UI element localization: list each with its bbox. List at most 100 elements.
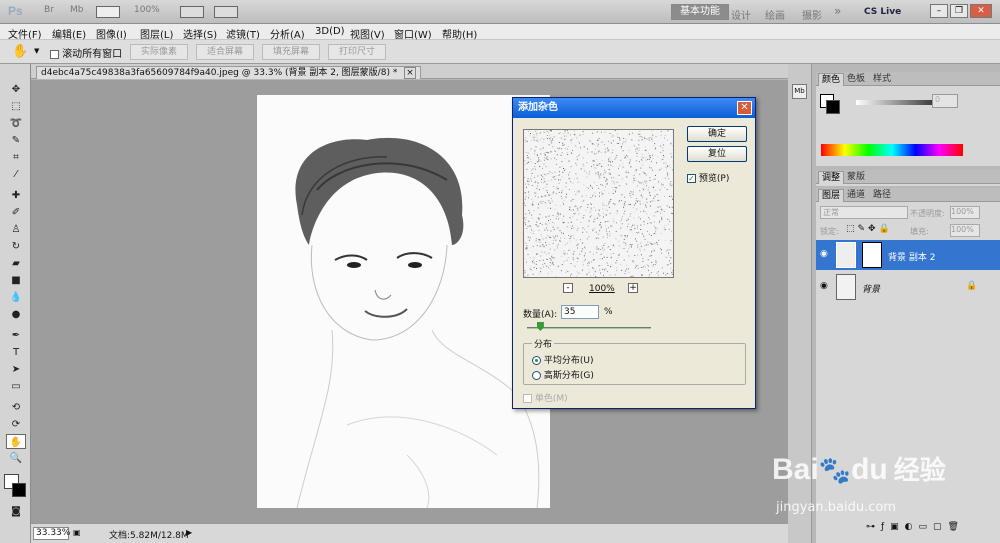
fit-screen-button[interactable]: 适合屏幕	[196, 44, 254, 60]
zoom-tool-icon[interactable]: 🔍	[6, 451, 26, 466]
amount-slider-track[interactable]	[527, 327, 651, 329]
crop-tool-icon[interactable]: ⌗	[6, 150, 26, 165]
menu-image[interactable]: 图像(I)	[96, 26, 127, 41]
hand-tool-preset-icon[interactable]: ✋	[12, 44, 28, 59]
menu-file[interactable]: 文件(F)	[8, 26, 42, 41]
monochromatic-checkbox[interactable]: 单色(M)	[523, 391, 568, 404]
path-selection-tool-icon[interactable]: ➤	[6, 362, 26, 377]
healing-brush-tool-icon[interactable]: ✚	[6, 188, 26, 203]
cs-live-button[interactable]: CS Live	[864, 7, 901, 17]
view-extras-icon[interactable]	[96, 6, 120, 18]
menu-layer[interactable]: 图层(L)	[140, 26, 173, 41]
tab-channels[interactable]: 通道	[844, 189, 868, 202]
layer-row[interactable]: ◉ 背景 🔒	[816, 272, 1000, 302]
bridge-icon[interactable]: Br	[44, 5, 54, 19]
tab-layers[interactable]: 图层	[818, 189, 845, 202]
pen-tool-icon[interactable]: ✒	[6, 328, 26, 343]
chevron-down-icon[interactable]: ▼	[34, 47, 39, 55]
hand-tool-icon[interactable]: ✋	[6, 434, 26, 449]
menu-window[interactable]: 窗口(W)	[394, 26, 432, 41]
scroll-all-windows-checkbox[interactable]: 滚动所有窗口	[50, 45, 122, 60]
zoom-in-button[interactable]: +	[628, 283, 638, 293]
menu-3d[interactable]: 3D(D)	[315, 26, 345, 37]
opacity-field[interactable]: 100%	[950, 206, 980, 219]
workspace-photography-link[interactable]: 摄影	[802, 7, 822, 22]
history-brush-tool-icon[interactable]: ↻	[6, 239, 26, 254]
tab-paths[interactable]: 路径	[870, 189, 894, 202]
lasso-tool-icon[interactable]: ➰	[6, 116, 26, 131]
document-tab-bar: d4ebc4a75c49838a3fa65609784f9a40.jpeg @ …	[31, 64, 788, 79]
status-icon[interactable]: ▣	[73, 528, 81, 537]
restore-button[interactable]: ❐	[950, 4, 968, 18]
ok-button[interactable]: 确定	[687, 126, 747, 142]
menu-help[interactable]: 帮助(H)	[442, 26, 477, 41]
move-tool-icon[interactable]: ✥	[6, 82, 26, 97]
dodge-tool-icon[interactable]: ●	[6, 307, 26, 322]
eraser-tool-icon[interactable]: ▰	[6, 256, 26, 271]
eyedropper-tool-icon[interactable]: ⁄	[6, 167, 26, 182]
tab-masks[interactable]: 蒙版	[844, 171, 868, 184]
mini-bridge-icon[interactable]: Mb	[70, 5, 83, 19]
print-size-button[interactable]: 打印尺寸	[328, 44, 386, 60]
menu-view[interactable]: 视图(V)	[350, 26, 385, 41]
blend-mode-select[interactable]: 正常	[820, 206, 908, 219]
actual-pixels-button[interactable]: 实际像素	[130, 44, 188, 60]
background-color-swatch[interactable]	[12, 483, 26, 497]
amount-input[interactable]: 35	[561, 305, 599, 319]
color-value-field[interactable]: 0	[932, 94, 958, 108]
reset-button[interactable]: 复位	[687, 146, 747, 162]
mini-bridge-panel-icon[interactable]: Mb	[792, 84, 807, 99]
screen-mode-icon[interactable]	[214, 6, 238, 18]
tab-adjustments[interactable]: 调整	[818, 171, 845, 184]
menu-analysis[interactable]: 分析(A)	[270, 26, 305, 41]
3d-rotate-tool-icon[interactable]: ⟲	[6, 400, 26, 415]
layer-row-selected[interactable]: ◉ 背景 副本 2	[816, 240, 1000, 270]
play-icon[interactable]: ▶	[186, 528, 192, 537]
tab-styles[interactable]: 样式	[870, 73, 894, 86]
close-tab-icon[interactable]: ×	[404, 67, 416, 79]
zoom-level-field[interactable]: 33.33%	[33, 527, 70, 540]
minimize-button[interactable]: –	[930, 4, 948, 18]
blur-tool-icon[interactable]: 💧	[6, 290, 26, 305]
panel-background-swatch[interactable]	[826, 100, 840, 114]
type-tool-icon[interactable]: T	[6, 345, 26, 360]
fill-screen-button[interactable]: 填充屏幕	[262, 44, 320, 60]
lock-icons[interactable]: ⬚✎✥🔒	[846, 224, 893, 234]
dialog-title: 添加杂色	[513, 98, 755, 118]
tab-swatches[interactable]: 色板	[844, 73, 868, 86]
workspace-painting-link[interactable]: 绘画	[765, 7, 785, 22]
menu-edit[interactable]: 编辑(E)	[52, 26, 86, 41]
brush-tool-icon[interactable]: ✐	[6, 205, 26, 220]
layers-footer-icons[interactable]: ⊶ƒ▣◐▭▢🗑	[866, 522, 965, 532]
amount-slider-thumb[interactable]	[536, 322, 544, 331]
tab-color[interactable]: 颜色	[818, 73, 845, 86]
menu-select[interactable]: 选择(S)	[183, 26, 217, 41]
uniform-radio[interactable]: 平均分布(U)	[532, 353, 594, 366]
filter-preview[interactable]	[523, 129, 674, 278]
layer-mask-thumbnail[interactable]	[862, 242, 882, 268]
gaussian-radio[interactable]: 高斯分布(G)	[532, 368, 594, 381]
close-window-button[interactable]: ✕	[970, 4, 992, 18]
color-spectrum-bar[interactable]	[821, 144, 963, 156]
document-tab[interactable]: d4ebc4a75c49838a3fa65609784f9a40.jpeg @ …	[36, 66, 421, 79]
more-workspaces-icon[interactable]: »	[834, 4, 841, 18]
marquee-tool-icon[interactable]: ⬚	[6, 99, 26, 114]
eye-icon[interactable]: ◉	[820, 281, 828, 291]
dialog-close-button[interactable]: ✕	[737, 101, 752, 115]
workspace-design-link[interactable]: 设计	[731, 7, 751, 22]
arrange-documents-icon[interactable]	[180, 6, 204, 18]
zoom-out-button[interactable]: -	[563, 283, 573, 293]
quick-selection-tool-icon[interactable]: ✎	[6, 133, 26, 148]
menu-filter[interactable]: 滤镜(T)	[226, 26, 260, 41]
document-image[interactable]	[257, 95, 550, 508]
clone-stamp-tool-icon[interactable]: ♙	[6, 222, 26, 237]
quick-mask-icon[interactable]: ◙	[6, 504, 26, 519]
gradient-tool-icon[interactable]: ■	[6, 273, 26, 288]
fill-field[interactable]: 100%	[950, 224, 980, 237]
3d-orbit-tool-icon[interactable]: ⟳	[6, 417, 26, 432]
zoom-level-select[interactable]: 100%	[134, 5, 160, 19]
eye-icon[interactable]: ◉	[820, 249, 828, 259]
workspace-essentials-button[interactable]: 基本功能	[671, 4, 729, 20]
shape-tool-icon[interactable]: ▭	[6, 379, 26, 394]
preview-checkbox[interactable]: ✓ 预览(P)	[687, 171, 729, 184]
